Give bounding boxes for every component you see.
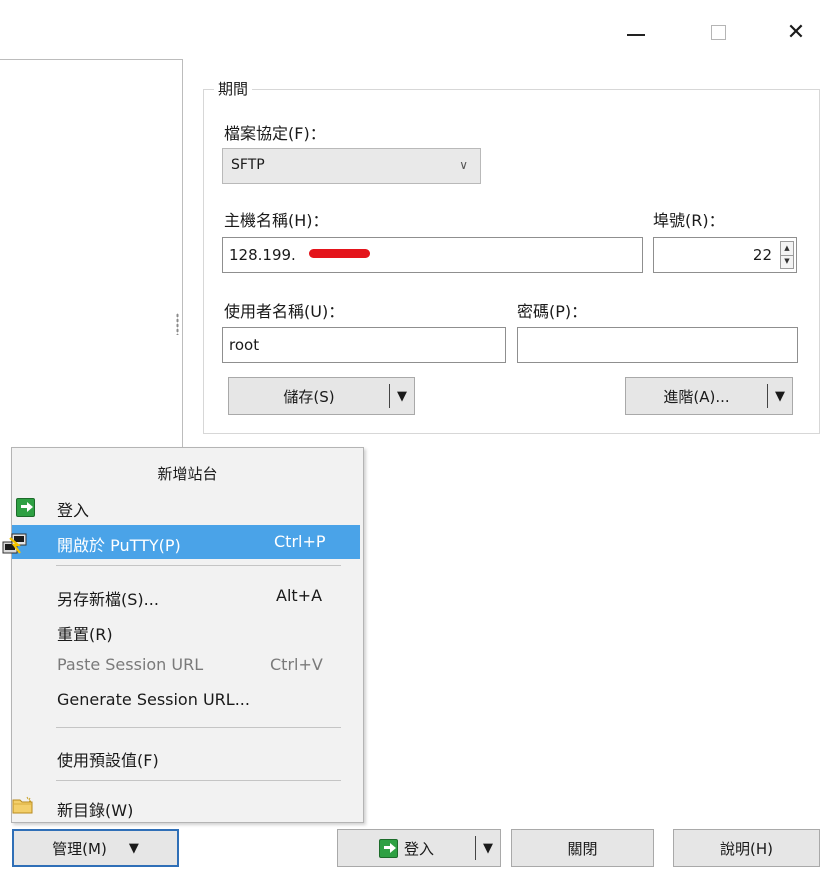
protocol-label: 檔案協定(F)： [224, 124, 326, 143]
close-button-label: 關閉 [567, 839, 598, 858]
manage-button-label: 管理(M) [52, 839, 107, 858]
host-label: 主機名稱(H)： [224, 211, 329, 230]
help-button[interactable]: 說明(H) [673, 829, 820, 867]
close-window-button[interactable]: ✕ [773, 10, 819, 54]
username-label: 使用者名稱(U)： [224, 302, 345, 321]
minimize-icon [627, 34, 645, 36]
menu-item-save-as[interactable]: 另存新檔(S)... Alt+A [12, 579, 363, 613]
host-value: 128.199. [229, 246, 296, 264]
spin-down-icon[interactable]: ▼ [781, 256, 793, 269]
menu-header: 新增站台 [157, 465, 218, 483]
login-icon [16, 498, 35, 517]
help-button-label: 說明(H) [720, 839, 773, 858]
password-input[interactable] [517, 327, 798, 363]
login-button[interactable]: 登入 ▼ [337, 829, 501, 867]
port-spinner[interactable]: ▲ ▼ [780, 241, 794, 269]
menu-item-login[interactable]: 登入 [12, 490, 363, 524]
menu-item-paste-session-url[interactable]: Paste Session URL Ctrl+V [12, 648, 363, 682]
save-dropdown-icon[interactable]: ▼ [390, 389, 414, 404]
save-button[interactable]: 儲存(S) ▼ [228, 377, 415, 415]
login-dropdown-icon[interactable]: ▼ [476, 841, 500, 856]
menu-item-use-defaults[interactable]: 使用預設值(F) [12, 740, 363, 774]
close-button[interactable]: 關閉 [511, 829, 654, 867]
port-input[interactable]: 22 ▲ ▼ [653, 237, 797, 273]
login-button-label: 登入 [403, 839, 434, 858]
chevron-down-icon: ∨ [459, 158, 468, 172]
username-input[interactable]: root [222, 327, 506, 363]
advanced-button-label: 進階(A)... [663, 387, 730, 406]
menu-separator [56, 727, 341, 728]
minimize-button[interactable] [613, 10, 659, 54]
manage-dropdown-icon: ▼ [128, 840, 139, 856]
maximize-icon [710, 24, 726, 40]
password-label: 密碼(P)： [517, 302, 588, 321]
session-group-title: 期間 [214, 78, 253, 99]
advanced-dropdown-icon[interactable]: ▼ [768, 389, 792, 404]
spin-up-icon[interactable]: ▲ [781, 242, 793, 256]
site-tree-panel[interactable] [0, 59, 183, 454]
manage-button[interactable]: 管理(M) ▼ [12, 829, 179, 867]
menu-item-new-folder[interactable]: 新目錄(W) [12, 790, 363, 824]
protocol-value: SFTP [231, 157, 265, 173]
username-value: root [229, 336, 260, 354]
protocol-select[interactable]: SFTP ∨ [222, 148, 481, 184]
menu-item-reset[interactable]: 重置(R) [12, 614, 363, 648]
menu-separator [56, 780, 341, 781]
host-input[interactable]: 128.199. [222, 237, 643, 273]
port-label: 埠號(R)： [653, 211, 725, 230]
login-icon [378, 838, 398, 858]
menu-item-open-putty[interactable]: 開啟於 PuTTY(P) Ctrl+P [2, 525, 360, 559]
close-icon: ✕ [786, 19, 806, 45]
advanced-button[interactable]: 進階(A)... ▼ [625, 377, 793, 415]
putty-icon [2, 533, 27, 554]
redaction-mark [309, 249, 370, 258]
save-button-label: 儲存(S) [283, 387, 335, 406]
folder-icon [12, 796, 33, 814]
maximize-button[interactable] [695, 10, 741, 54]
port-value: 22 [752, 246, 772, 264]
manage-context-menu: 新增站台 登入 開啟於 PuTTY(P) Ctrl+P 另存新檔(S)... A… [2, 447, 364, 824]
menu-separator [56, 565, 341, 566]
menu-item-generate-session-url[interactable]: Generate Session URL... [12, 683, 363, 717]
splitter-handle[interactable] [176, 313, 179, 335]
